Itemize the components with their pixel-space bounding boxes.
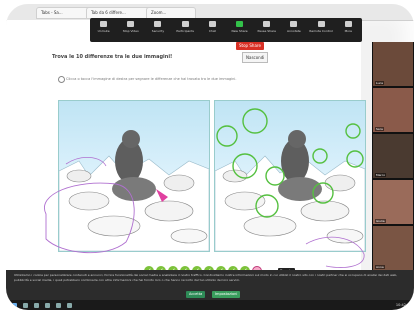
original-image bbox=[58, 100, 210, 252]
participant-name: Marco bbox=[375, 173, 387, 177]
tool-label: Unmute bbox=[97, 29, 110, 33]
participant-name: Anna bbox=[375, 265, 385, 269]
browser-tab[interactable]: Tabs - Sa... bbox=[36, 7, 92, 19]
cookie-accept-button[interactable]: Accetta bbox=[186, 291, 206, 298]
zoom-tool-new-share[interactable]: New Share bbox=[229, 18, 251, 33]
stop-share-button[interactable]: Stop Share bbox=[236, 42, 264, 50]
participant-video-tile[interactable]: Sara bbox=[373, 88, 413, 132]
tool-label: Participants bbox=[176, 29, 194, 33]
participants-icon bbox=[181, 21, 189, 27]
web-page: Trova le 10 differenze tra le due immagi… bbox=[6, 20, 366, 280]
share-screen-icon bbox=[236, 21, 244, 27]
cookie-banner: Utilizziamo i cookie per personalizzare … bbox=[6, 270, 414, 300]
participant-name: Sara bbox=[375, 127, 384, 131]
search-icon[interactable] bbox=[23, 302, 28, 308]
windows-start-icon[interactable] bbox=[12, 302, 17, 308]
tool-label: Pause Share bbox=[257, 29, 276, 33]
zoom-tool-pause-share[interactable]: Pause Share bbox=[256, 18, 278, 33]
seals-scene-right bbox=[215, 108, 365, 251]
more-icon bbox=[344, 21, 352, 27]
microphone-icon bbox=[100, 21, 108, 27]
participant-video-tile[interactable]: Luca bbox=[373, 42, 413, 86]
pause-icon bbox=[263, 21, 271, 27]
zoom-tool-annotate[interactable]: Annotate bbox=[283, 18, 305, 33]
video-camera-icon bbox=[127, 21, 135, 27]
zoom-toolbar: Unmute Stop Video Security Participants … bbox=[90, 18, 362, 42]
cookie-settings-button[interactable]: Impostazioni bbox=[212, 291, 241, 298]
puzzle-question: Trova le 10 differenze tra le due immagi… bbox=[52, 54, 173, 60]
tool-label: New Share bbox=[231, 29, 248, 33]
participant-name: Luca bbox=[375, 81, 385, 85]
zoom-tool-security[interactable]: Security bbox=[147, 18, 169, 33]
tool-label: Security bbox=[151, 29, 165, 33]
zoom-tool-unmute[interactable]: Unmute bbox=[93, 18, 115, 33]
info-icon bbox=[58, 76, 65, 83]
participant-video-tile[interactable]: Giulia bbox=[373, 180, 413, 224]
task-view-icon[interactable] bbox=[34, 302, 39, 308]
zoom-tool-participants[interactable]: Participants bbox=[174, 18, 196, 33]
zoom-tool-video[interactable]: Stop Video bbox=[120, 18, 142, 33]
participant-video-tile[interactable]: Anna bbox=[373, 226, 413, 270]
tool-label: Remote Control bbox=[309, 29, 333, 33]
remote-control-icon bbox=[317, 21, 325, 27]
zoom-tool-more[interactable]: More bbox=[337, 18, 359, 33]
zoom-tool-remote-control[interactable]: Remote Control bbox=[309, 18, 333, 33]
participant-gallery: Luca Sara Marco Giulia Anna bbox=[372, 42, 414, 270]
screen-photo: Tabs - Sa... Tab da 6 differe... Zoom...… bbox=[6, 4, 414, 310]
cookie-text: Utilizziamo i cookie per personalizzare … bbox=[14, 273, 398, 282]
windows-taskbar: 10:42 bbox=[6, 300, 414, 310]
modified-image[interactable] bbox=[214, 100, 366, 252]
pencil-icon bbox=[290, 21, 298, 27]
puzzle-instruction: Clicca o tocca l'immagine di destra per … bbox=[66, 77, 237, 81]
hide-button[interactable]: Nascondi bbox=[242, 52, 269, 63]
chat-icon bbox=[208, 21, 216, 27]
zoom-tool-chat[interactable]: Chat bbox=[201, 18, 223, 33]
taskbar-clock: 10:42 bbox=[395, 303, 406, 307]
tool-label: Stop Video bbox=[122, 29, 139, 33]
browser-icon[interactable] bbox=[56, 302, 61, 308]
participant-video-tile[interactable]: Marco bbox=[373, 134, 413, 178]
tool-label: Annotate bbox=[287, 29, 301, 33]
shield-icon bbox=[154, 21, 162, 27]
file-explorer-icon[interactable] bbox=[45, 302, 50, 308]
tool-label: Chat bbox=[208, 29, 216, 33]
participant-name: Giulia bbox=[375, 219, 386, 223]
zoom-app-icon[interactable] bbox=[67, 302, 72, 308]
tool-label: More bbox=[344, 29, 352, 33]
seals-scene-left bbox=[59, 130, 209, 251]
